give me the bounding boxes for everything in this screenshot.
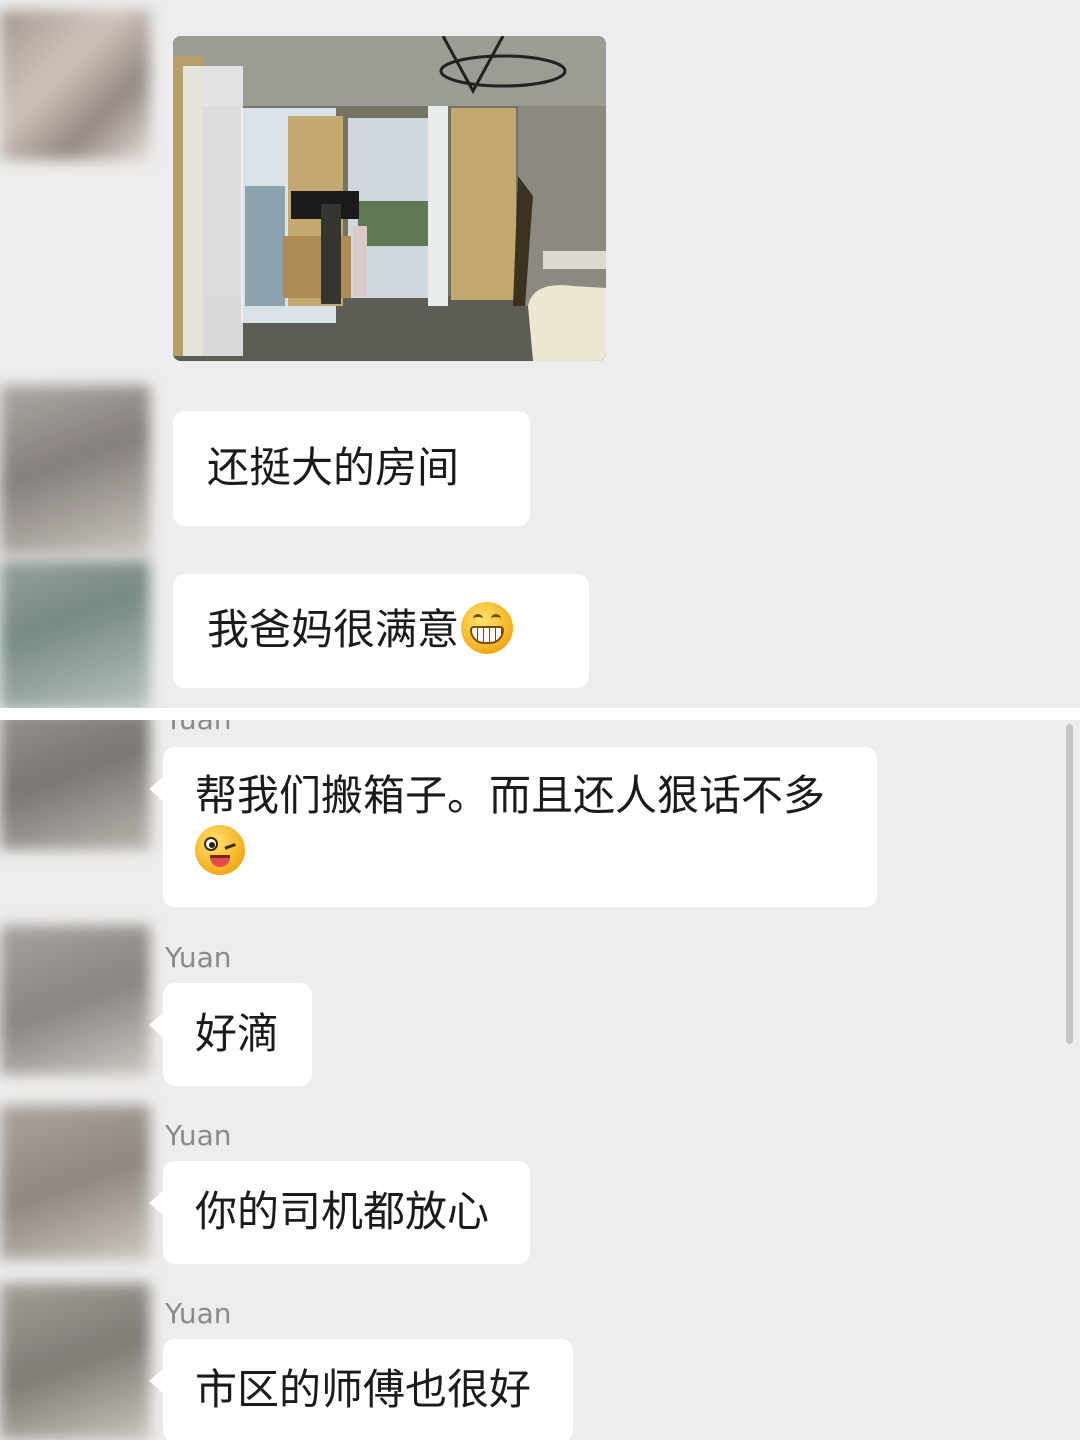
avatar-blurred[interactable]	[0, 560, 150, 708]
message-bubble[interactable]: 帮我们搬箱子。而且还人狠话不多	[149, 747, 877, 907]
chat-panel-top: 还挺大的房间 我爸妈很满意	[0, 0, 1080, 708]
message-bubble[interactable]: 市区的师傅也很好	[149, 1339, 573, 1440]
sender-name: Yuan	[165, 941, 232, 974]
avatar-blurred[interactable]	[0, 1283, 150, 1440]
message-bubble[interactable]: 你的司机都放心	[149, 1161, 530, 1264]
sender-name: Yuan	[165, 720, 232, 736]
message-text: 帮我们搬箱子。而且还人狠话不多	[195, 771, 826, 820]
message-text: 还挺大的房间	[207, 443, 460, 492]
avatar-blurred[interactable]	[0, 10, 150, 160]
message-text: 你的司机都放心	[195, 1187, 490, 1236]
message-bubble[interactable]: 还挺大的房间	[173, 411, 530, 526]
message-text: 我爸妈很满意	[207, 605, 460, 654]
avatar-blurred[interactable]	[0, 720, 150, 850]
sender-name: Yuan	[165, 1119, 232, 1152]
grinning-face-emoji-icon	[461, 602, 514, 654]
message-bubble[interactable]: 好滴	[149, 983, 312, 1086]
chat-photo-living-room[interactable]	[173, 36, 606, 361]
room-photo-illustration	[173, 36, 606, 361]
sender-name: Yuan	[165, 1297, 232, 1330]
message-text: 好滴	[195, 1009, 280, 1058]
avatar-blurred[interactable]	[0, 1105, 150, 1260]
chat-panel-bottom: Yuan 帮我们搬箱子。而且还人狠话不多 Yuan 好滴 Yuan 你的司机都放…	[0, 720, 1080, 1440]
winking-face-tongue-emoji-icon	[195, 825, 245, 875]
avatar-blurred[interactable]	[0, 385, 150, 555]
message-text: 市区的师傅也很好	[195, 1365, 532, 1414]
message-bubble[interactable]: 我爸妈很满意	[173, 574, 589, 688]
avatar-blurred[interactable]	[0, 925, 150, 1075]
screenshot-divider	[0, 708, 1080, 720]
scrollbar[interactable]	[1066, 724, 1073, 1044]
